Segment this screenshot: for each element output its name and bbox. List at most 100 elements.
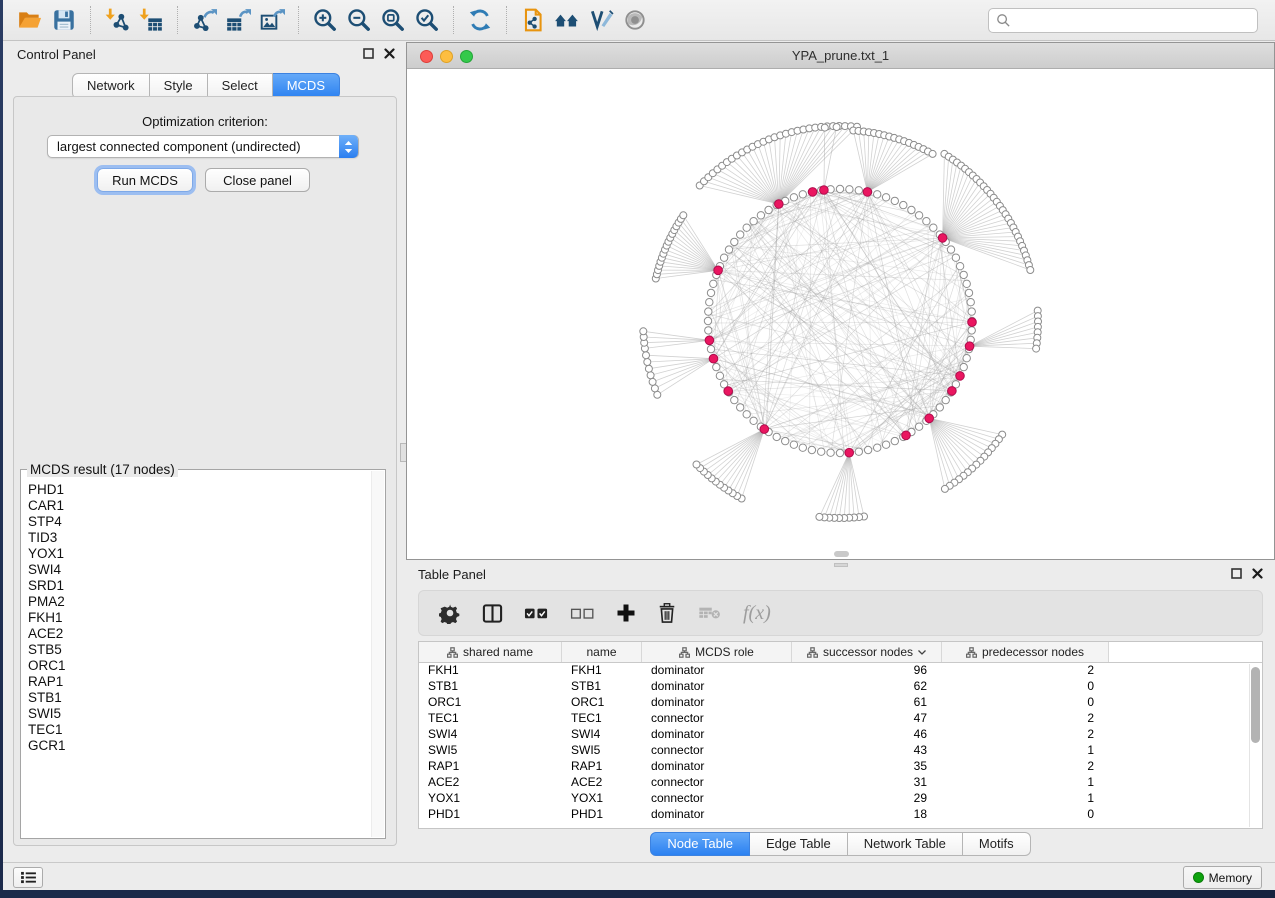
table-row[interactable]: PHD1PHD1dominator180	[419, 807, 1262, 823]
first-neighbors-icon[interactable]	[550, 5, 584, 35]
save-session-icon[interactable]	[47, 5, 81, 35]
table-row[interactable]: ORC1ORC1dominator610	[419, 695, 1262, 711]
table-cell: YOX1	[419, 791, 562, 807]
column-header-predecessor-nodes[interactable]: predecessor nodes	[942, 642, 1109, 662]
mcds-result-item[interactable]: TEC1	[28, 722, 370, 738]
toolbar-separator	[298, 6, 299, 34]
table-cell: dominator	[642, 759, 792, 775]
import-table-icon[interactable]	[134, 5, 168, 35]
table-panel: Table Panel f(x) shared namenameMCDS rol…	[406, 562, 1275, 862]
table-cell: 0	[942, 695, 1109, 711]
mcds-result-list[interactable]: PHD1CAR1STP4TID3YOX1SWI4SRD1PMA2FKH1ACE2…	[21, 482, 370, 838]
table-row[interactable]: STB1STB1dominator620	[419, 679, 1262, 695]
mcds-result-item[interactable]: PMA2	[28, 594, 370, 610]
run-mcds-button[interactable]: Run MCDS	[97, 168, 193, 192]
close-icon[interactable]	[1252, 568, 1263, 579]
bird-eye-view-icon[interactable]	[618, 5, 652, 35]
network-hscrollbar-thumb[interactable]	[834, 551, 849, 557]
table-cell: 96	[792, 663, 942, 679]
column-header-shared-name[interactable]: shared name	[419, 642, 562, 662]
zoom-in-icon[interactable]	[308, 5, 342, 35]
zoom-out-icon[interactable]	[342, 5, 376, 35]
control-panel-header: Control Panel	[7, 42, 405, 68]
table-cell: dominator	[642, 679, 792, 695]
mcds-result-item[interactable]: ORC1	[28, 658, 370, 674]
float-window-icon[interactable]	[1231, 568, 1242, 579]
import-table-disabled-icon	[698, 605, 722, 621]
table-row[interactable]: TEC1TEC1connector472	[419, 711, 1262, 727]
tab-motifs[interactable]: Motifs	[963, 832, 1031, 856]
network-canvas[interactable]	[407, 69, 1274, 559]
table-panel-tabs: Node TableEdge TableNetwork TableMotifs	[406, 832, 1275, 856]
memory-button[interactable]: Memory	[1183, 866, 1262, 889]
table-scrollbar[interactable]	[1249, 664, 1261, 827]
mcds-result-item[interactable]: YOX1	[28, 546, 370, 562]
export-image-icon[interactable]	[255, 5, 289, 35]
table-cell: SWI4	[419, 727, 562, 743]
tab-node-table[interactable]: Node Table	[650, 832, 750, 856]
mcds-result-item[interactable]: STB5	[28, 642, 370, 658]
import-network-icon[interactable]	[100, 5, 134, 35]
mcds-result-item[interactable]: CAR1	[28, 498, 370, 514]
export-table-icon[interactable]	[221, 5, 255, 35]
table-options-gear-icon[interactable]	[439, 602, 461, 624]
toolbar-separator	[177, 6, 178, 34]
table-row[interactable]: YOX1YOX1connector291	[419, 791, 1262, 807]
node-table[interactable]: shared namenameMCDS rolesuccessor nodesp…	[418, 641, 1263, 829]
open-file-icon[interactable]	[13, 5, 47, 35]
search-icon	[996, 13, 1011, 28]
table-cell: FKH1	[419, 663, 562, 679]
delete-columns-icon[interactable]	[657, 602, 677, 624]
create-column-icon[interactable]	[616, 603, 636, 623]
unselect-all-functions-icon[interactable]	[570, 606, 595, 620]
tab-network-table[interactable]: Network Table	[848, 832, 963, 856]
column-header-MCDS-role[interactable]: MCDS role	[642, 642, 792, 662]
export-network-icon[interactable]	[187, 5, 221, 35]
float-window-icon[interactable]	[363, 48, 374, 59]
mcds-result-item[interactable]: GCR1	[28, 738, 370, 754]
search-input[interactable]	[988, 8, 1258, 33]
select-all-functions-icon[interactable]	[524, 606, 549, 620]
table-header-row: shared namenameMCDS rolesuccessor nodesp…	[419, 642, 1262, 663]
mcds-result-item[interactable]: FKH1	[28, 610, 370, 626]
new-network-from-selection-icon[interactable]	[516, 5, 550, 35]
mcds-result-item[interactable]: RAP1	[28, 674, 370, 690]
show-hide-graphics-details-icon[interactable]	[584, 5, 618, 35]
close-icon[interactable]	[384, 48, 395, 59]
mcds-result-item[interactable]: SWI5	[28, 706, 370, 722]
mcds-result-item[interactable]: PHD1	[28, 482, 370, 498]
mcds-list-scrollbar[interactable]	[371, 471, 384, 837]
criterion-select[interactable]: largest connected component (undirected)	[47, 135, 359, 158]
table-row[interactable]: SWI5SWI5connector431	[419, 743, 1262, 759]
table-row[interactable]: ACE2ACE2connector311	[419, 775, 1262, 791]
apply-layout-icon[interactable]	[463, 5, 497, 35]
table-panel-title: Table Panel	[418, 567, 486, 582]
close-panel-button[interactable]: Close panel	[205, 168, 310, 192]
network-window-titlebar[interactable]: YPA_prune.txt_1	[407, 43, 1274, 69]
zoom-selected-icon[interactable]	[410, 5, 444, 35]
toolbar-separator	[506, 6, 507, 34]
mcds-result-item[interactable]: STP4	[28, 514, 370, 530]
mcds-result-item[interactable]: TID3	[28, 530, 370, 546]
mcds-result-item[interactable]: SWI4	[28, 562, 370, 578]
optimization-criterion-label: Optimization criterion:	[14, 114, 396, 129]
table-cell: TEC1	[562, 711, 642, 727]
network-view-window: YPA_prune.txt_1	[406, 42, 1275, 560]
mcds-result-item[interactable]: SRD1	[28, 578, 370, 594]
table-row[interactable]: SWI4SWI4dominator462	[419, 727, 1262, 743]
table-scrollbar-thumb[interactable]	[1251, 667, 1260, 743]
table-cell: SWI5	[562, 743, 642, 759]
table-cell: 31	[792, 775, 942, 791]
table-row[interactable]: FKH1FKH1dominator962	[419, 663, 1262, 679]
mcds-result-item[interactable]: ACE2	[28, 626, 370, 642]
show-columns-icon[interactable]	[482, 603, 503, 624]
table-row[interactable]: RAP1RAP1dominator352	[419, 759, 1262, 775]
show-task-history-button[interactable]	[13, 867, 43, 888]
column-header-name[interactable]: name	[562, 642, 642, 662]
mcds-result-item[interactable]: STB1	[28, 690, 370, 706]
table-cell: 2	[942, 759, 1109, 775]
tab-edge-table[interactable]: Edge Table	[750, 832, 848, 856]
column-header-successor-nodes[interactable]: successor nodes	[792, 642, 942, 662]
mcds-result-title: MCDS result (17 nodes)	[27, 462, 178, 477]
zoom-fit-icon[interactable]	[376, 5, 410, 35]
